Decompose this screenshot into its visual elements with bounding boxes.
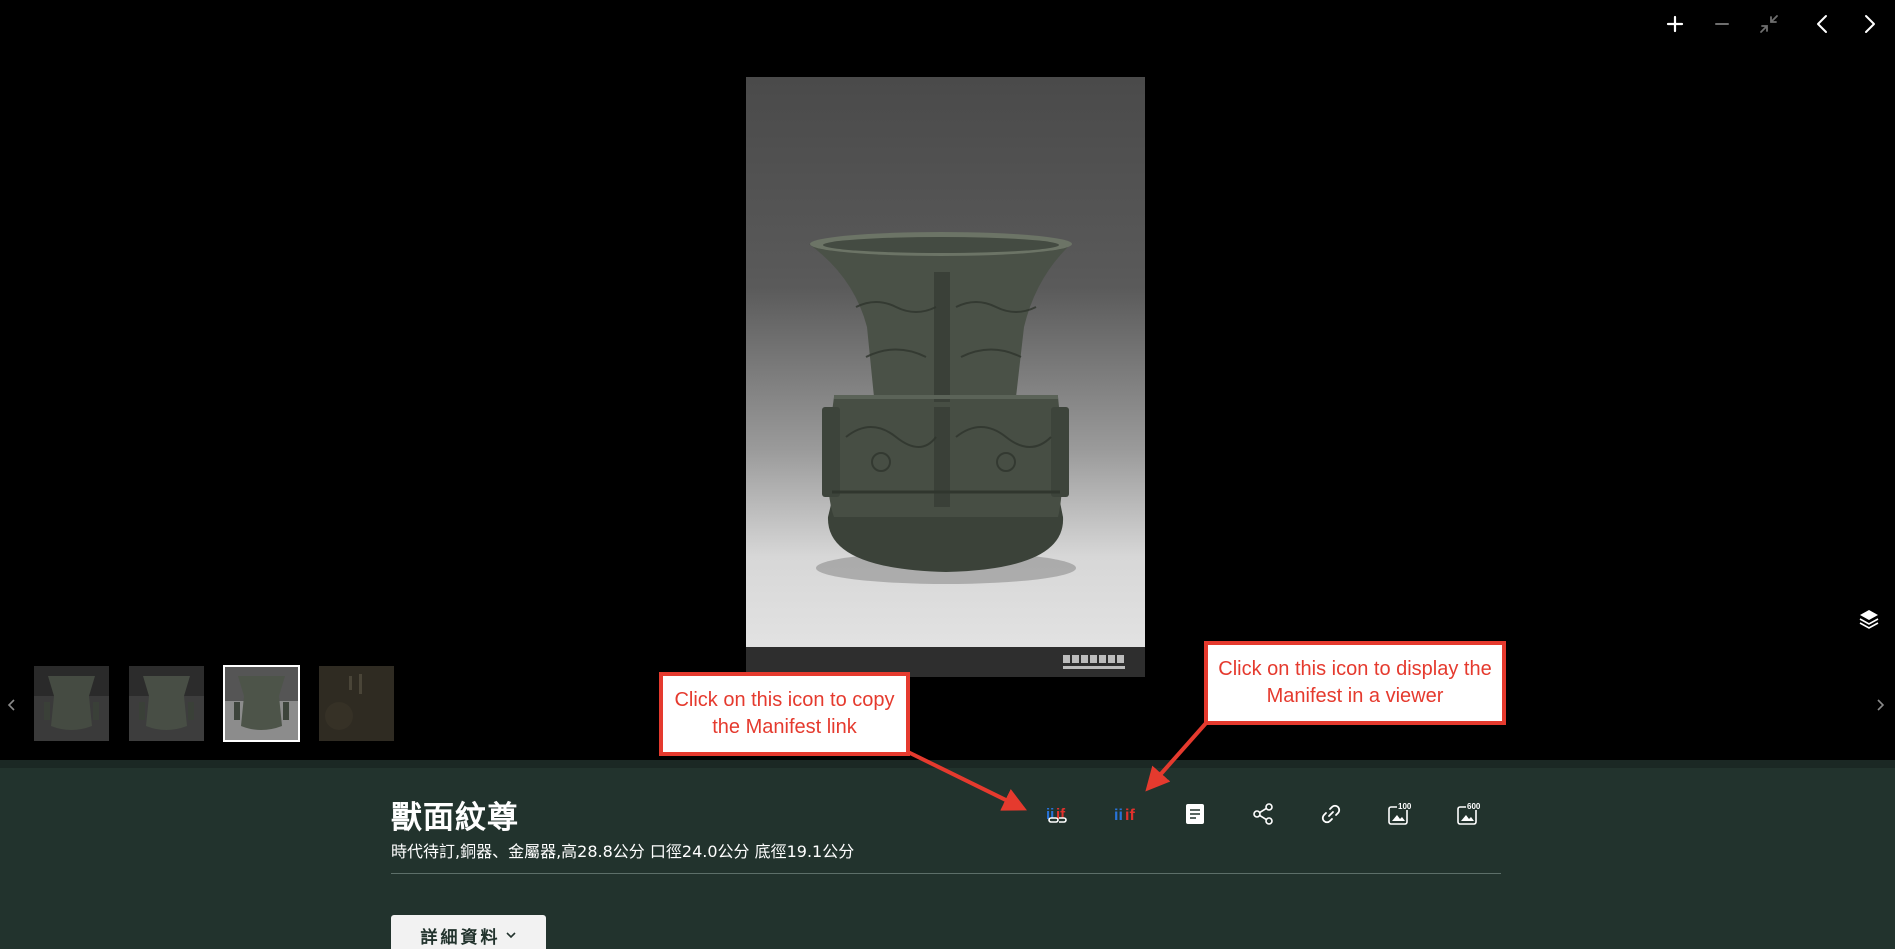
copy-manifest-callout: Click on this icon to copy the Manifest … (659, 672, 910, 756)
share-icon[interactable] (1246, 797, 1280, 831)
thumbnails-prev-icon[interactable] (2, 690, 22, 720)
download-100-icon[interactable]: 100 (1382, 797, 1416, 831)
thumbnail-1[interactable] (34, 666, 109, 741)
svg-text:100: 100 (1398, 802, 1412, 811)
iiif-copy-link-icon[interactable]: ii if (1041, 797, 1075, 831)
zoom-in-icon[interactable] (1659, 8, 1691, 40)
thumbnail-2[interactable] (129, 666, 204, 741)
divider (391, 873, 1501, 874)
thumbnail-3[interactable] (223, 665, 300, 742)
details-dropdown-button[interactable]: 詳細資料 (391, 915, 546, 949)
copy-callout-text: Click on this icon to copy the Manifest … (674, 689, 895, 738)
info-panel (0, 760, 1895, 949)
chevron-right-icon[interactable] (1853, 8, 1885, 40)
thumbnail-4[interactable] (319, 666, 394, 741)
chevron-down-icon (505, 932, 516, 939)
artwork-title: 獸面紋尊 (391, 800, 519, 836)
bronze-vessel-illustration (809, 232, 1076, 584)
svg-text:if: if (1125, 807, 1135, 824)
download-600-icon[interactable]: 600 (1451, 797, 1485, 831)
svg-text:600: 600 (1467, 802, 1481, 811)
image-viewer[interactable] (0, 0, 1895, 760)
chevron-left-icon[interactable] (1807, 8, 1839, 40)
artwork-image[interactable] (746, 77, 1145, 677)
view-manifest-callout: Click on this icon to display the Manife… (1204, 641, 1506, 725)
details-button-label: 詳細資料 (420, 927, 501, 948)
svg-text:ii: ii (1114, 807, 1123, 824)
viewer-callout-text: Click on this icon to display the Manife… (1218, 658, 1492, 707)
museum-watermark (1063, 655, 1125, 669)
link-icon[interactable] (1314, 797, 1348, 831)
thumbnails-next-icon[interactable] (1870, 690, 1890, 720)
exit-fullscreen-icon[interactable] (1753, 8, 1785, 40)
description-icon[interactable] (1178, 797, 1212, 831)
zoom-out-icon[interactable] (1706, 8, 1738, 40)
panel-top-border (0, 760, 1895, 768)
artwork-metadata: 時代待訂,銅器、金屬器,高28.8公分 口徑24.0公分 底徑19.1公分 (391, 842, 855, 861)
iiif-viewer-icon[interactable]: ii if (1109, 797, 1143, 831)
layers-icon[interactable] (1854, 604, 1884, 634)
